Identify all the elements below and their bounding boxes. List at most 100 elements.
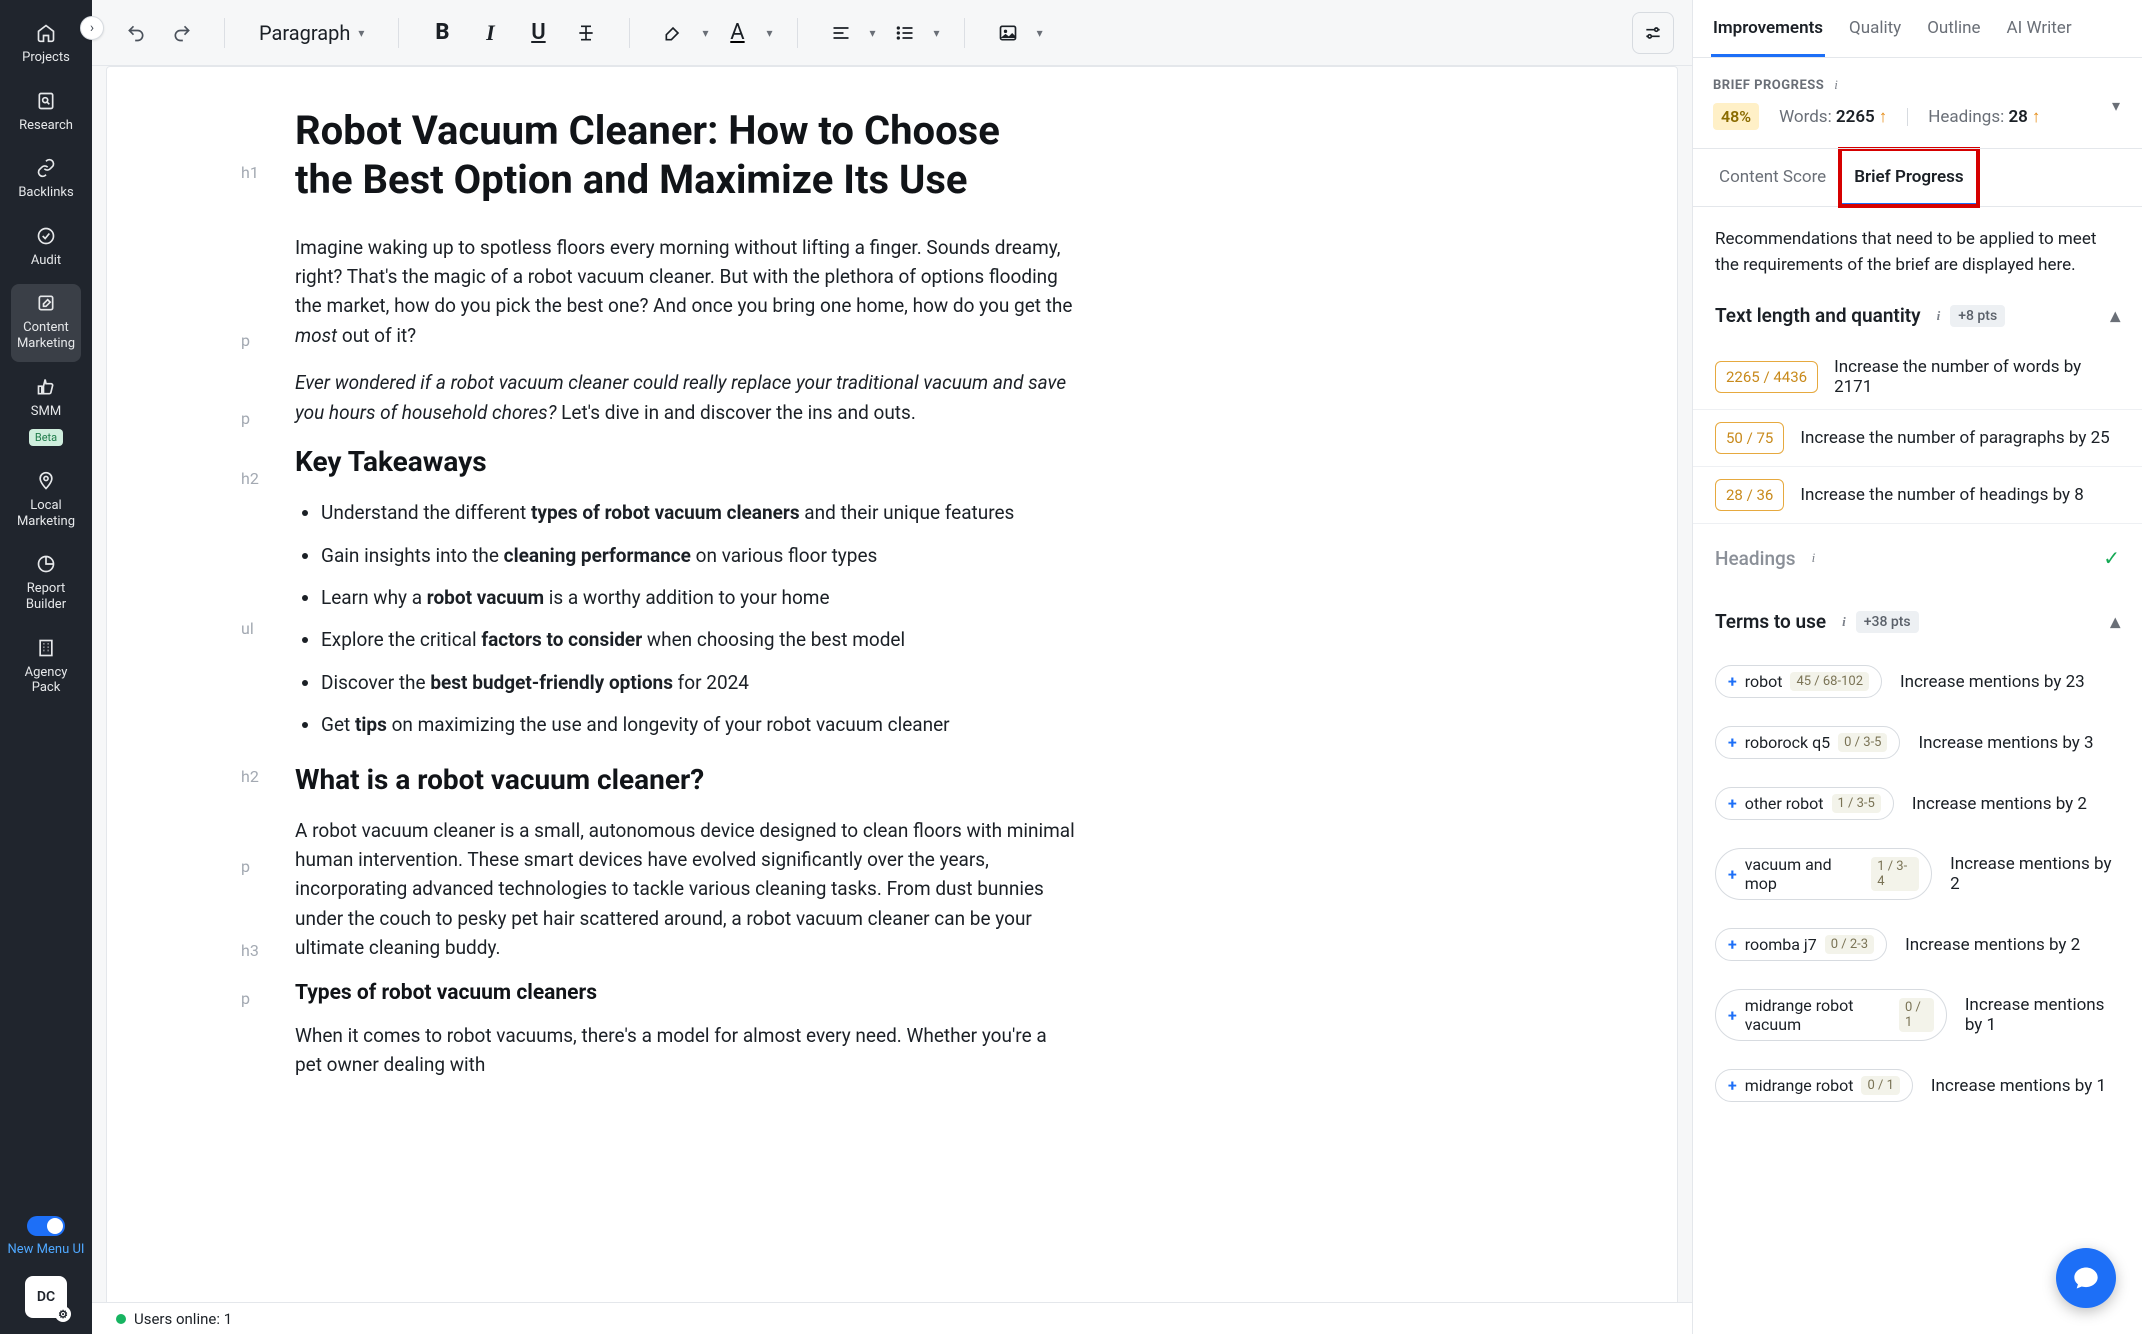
doc-paragraph[interactable]: When it comes to robot vacuums, there's … — [295, 1021, 1075, 1080]
text-color-icon: A — [730, 20, 744, 45]
block-style-select[interactable]: Paragraph ▾ — [249, 15, 374, 51]
panel-description: Recommendations that need to be applied … — [1693, 207, 2142, 282]
doc-list[interactable]: Understand the different types of robot … — [295, 498, 1075, 740]
up-arrow-icon: ↑ — [1879, 107, 1888, 127]
metric-pill: 50 / 75 — [1715, 422, 1784, 454]
metric-text: Increase the number of headings by 8 — [1800, 485, 2084, 505]
chevron-down-icon[interactable]: ▾ — [934, 26, 940, 40]
words-value: 2265 — [1836, 107, 1875, 127]
list-item[interactable]: Explore the critical factors to consider… — [321, 625, 1075, 655]
gutter-tag: p — [241, 989, 250, 1008]
subtab-content-score[interactable]: Content Score — [1705, 149, 1840, 206]
underline-icon: U — [531, 20, 545, 45]
doc-h2[interactable]: What is a robot vacuum cleaner? — [295, 763, 1567, 796]
chevron-down-icon[interactable]: ▾ — [702, 26, 708, 40]
redo-button[interactable] — [164, 17, 200, 49]
chevron-down-icon[interactable]: ▾ — [1037, 26, 1043, 40]
highlight-icon — [663, 23, 683, 43]
text-color-button[interactable]: A — [718, 14, 756, 52]
nav-audit[interactable]: Audit — [11, 217, 81, 279]
list-item[interactable]: Gain insights into the cleaning performa… — [321, 541, 1075, 571]
chat-widget-button[interactable] — [2056, 1248, 2116, 1308]
pin-icon — [35, 470, 57, 492]
term-name: robot — [1745, 672, 1783, 691]
avatar-initials: DC — [37, 1289, 55, 1305]
highlight-color-button[interactable] — [654, 14, 692, 52]
term-chip[interactable]: +roomba j70 / 2-3 — [1715, 928, 1887, 961]
term-chip[interactable]: +midrange robot0 / 1 — [1715, 1069, 1913, 1102]
expand-sidebar-button[interactable]: › — [80, 16, 104, 40]
doc-h3[interactable]: Types of robot vacuum cleaners — [295, 981, 1567, 1005]
doc-paragraph[interactable]: Ever wondered if a robot vacuum cleaner … — [295, 368, 1075, 427]
term-count: 45 / 68-102 — [1790, 672, 1869, 691]
doc-paragraph[interactable]: Imagine waking up to spotless floors eve… — [295, 233, 1075, 351]
undo-button[interactable] — [118, 17, 154, 49]
doc-paragraph[interactable]: A robot vacuum cleaner is a small, auton… — [295, 816, 1075, 963]
section-text-length[interactable]: Text length and quantity i +8 pts ▴ — [1693, 282, 2142, 345]
nav-projects[interactable]: Projects — [11, 14, 81, 76]
insert-image-button[interactable] — [989, 14, 1027, 52]
nav-backlinks[interactable]: Backlinks — [11, 149, 81, 211]
nav-smm[interactable]: SMM Beta — [11, 368, 81, 457]
editor-scroll[interactable]: h1 p p h2 ul h2 p h3 p Robot Vacuum Clea… — [92, 66, 1692, 1334]
term-chip[interactable]: +robot45 / 68-102 — [1715, 665, 1882, 698]
document-canvas[interactable]: h1 p p h2 ul h2 p h3 p Robot Vacuum Clea… — [106, 66, 1678, 1334]
nav-research[interactable]: Research — [11, 82, 81, 144]
new-menu-toggle[interactable] — [27, 1216, 65, 1236]
doc-h1[interactable]: Robot Vacuum Cleaner: How to Choose the … — [295, 107, 1055, 205]
block-style-label: Paragraph — [259, 21, 350, 45]
gutter-tag: h2 — [241, 469, 259, 488]
term-row: +robot45 / 68-102Increase mentions by 23 — [1693, 651, 2142, 712]
nav-report-builder[interactable]: Report Builder — [11, 545, 81, 622]
term-chip[interactable]: +midrange robot vacuum0 / 1 — [1715, 989, 1947, 1041]
nav-label: Backlinks — [18, 185, 73, 201]
list-button[interactable] — [886, 14, 924, 52]
collapse-summary-button[interactable]: ▾ — [2112, 96, 2120, 115]
image-icon — [998, 23, 1018, 43]
info-icon[interactable]: i — [1834, 77, 1838, 92]
bold-button[interactable]: B — [423, 14, 461, 52]
info-icon[interactable]: i — [1937, 308, 1941, 324]
term-chip[interactable]: +roborock q50 / 3-5 — [1715, 726, 1900, 759]
tab-ai-writer[interactable]: AI Writer — [2005, 0, 2074, 57]
list-item[interactable]: Understand the different types of robot … — [321, 498, 1075, 528]
list-item[interactable]: Discover the best budget-friendly option… — [321, 668, 1075, 698]
section-terms[interactable]: Terms to use i +38 pts ▴ — [1693, 588, 2142, 651]
metric-row: 28 / 36Increase the number of headings b… — [1693, 467, 2142, 524]
term-chip[interactable]: +other robot1 / 3-5 — [1715, 787, 1894, 820]
footer-status-bar: Users online: 1 — [92, 1302, 1692, 1334]
term-count: 1 / 3-4 — [1871, 857, 1919, 891]
list-item[interactable]: Get tips on maximizing the use and longe… — [321, 710, 1075, 740]
strikethrough-button[interactable] — [567, 14, 605, 52]
term-recommendation: Increase mentions by 2 — [1905, 935, 2080, 955]
user-avatar[interactable]: DC ⚙ — [25, 1276, 67, 1318]
plus-icon: + — [1728, 794, 1737, 813]
term-recommendation: Increase mentions by 1 — [1931, 1076, 2106, 1096]
tab-outline[interactable]: Outline — [1925, 0, 1982, 57]
italic-button[interactable]: I — [471, 14, 509, 52]
info-icon[interactable]: i — [1842, 614, 1846, 630]
term-count: 0 / 2-3 — [1825, 935, 1874, 954]
doc-h2[interactable]: Key Takeaways — [295, 445, 1567, 478]
section-headings[interactable]: Headings i ✓ — [1693, 524, 2142, 588]
align-button[interactable] — [822, 14, 860, 52]
subtab-brief-progress[interactable]: Brief Progress — [1840, 149, 1977, 206]
term-row: +other robot1 / 3-5Increase mentions by … — [1693, 773, 2142, 834]
chevron-down-icon[interactable]: ▾ — [870, 26, 876, 40]
headings-label: Headings: — [1928, 107, 2004, 127]
info-icon[interactable]: i — [1812, 550, 1816, 566]
term-chip[interactable]: + vacuum and mop1 / 3-4 — [1715, 848, 1932, 900]
nav-local-marketing[interactable]: Local Marketing — [11, 462, 81, 539]
nav-content-marketing[interactable]: Content Marketing — [11, 284, 81, 361]
term-name: vacuum and mop — [1745, 855, 1863, 893]
nav-agency-pack[interactable]: Agency Pack — [11, 629, 81, 706]
chevron-down-icon[interactable]: ▾ — [766, 26, 772, 40]
nav-label: Projects — [22, 50, 70, 66]
editor-settings-button[interactable] — [1632, 12, 1674, 54]
tab-improvements[interactable]: Improvements — [1711, 0, 1825, 57]
underline-button[interactable]: U — [519, 14, 557, 52]
pie-chart-icon — [35, 553, 57, 575]
tab-quality[interactable]: Quality — [1847, 0, 1903, 57]
list-item[interactable]: Learn why a robot vacuum is a worthy add… — [321, 583, 1075, 613]
plus-icon: + — [1728, 865, 1737, 884]
